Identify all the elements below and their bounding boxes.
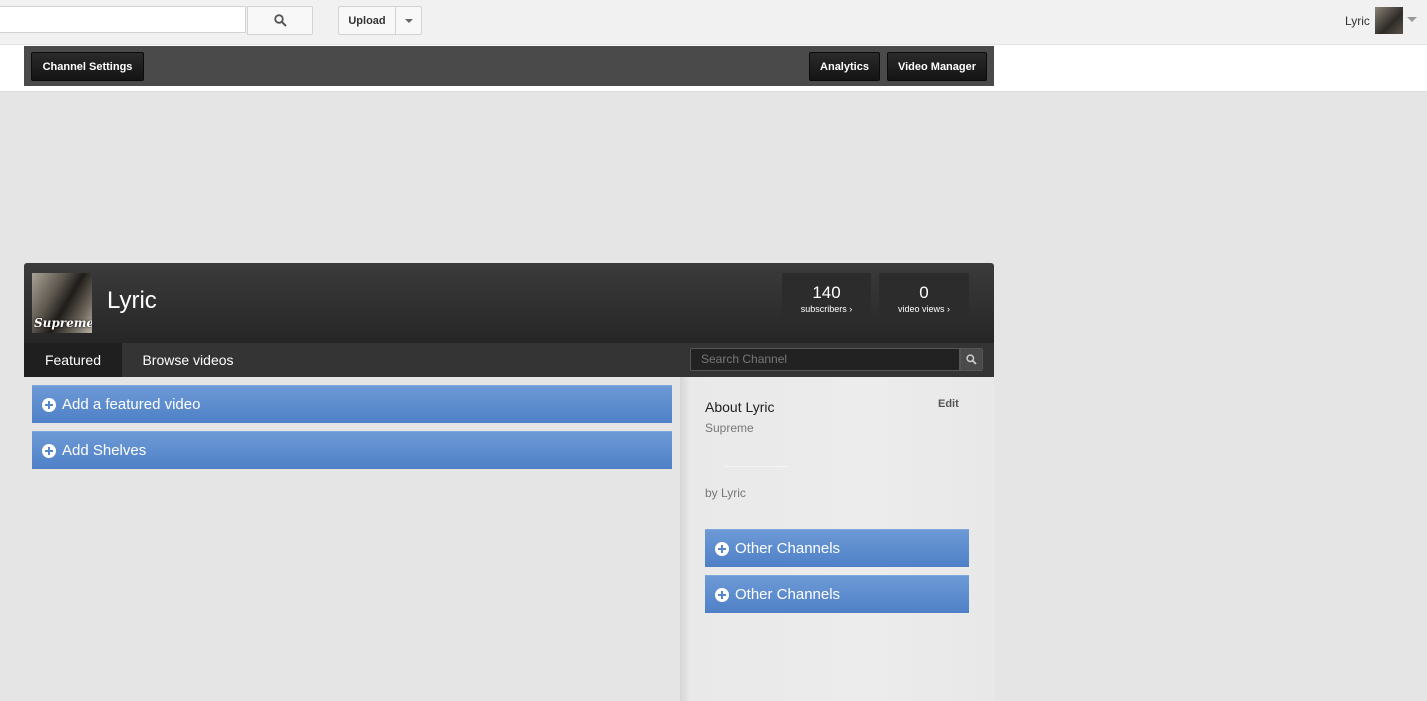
- add-featured-video-button[interactable]: Add a featured video: [32, 385, 672, 423]
- chevron-down-icon: [1407, 17, 1417, 22]
- channel-avatar[interactable]: Supreme: [32, 273, 92, 333]
- about-description: Supreme: [705, 421, 754, 435]
- subscribers-stat[interactable]: 140 subscribers ›: [782, 273, 871, 324]
- analytics-button[interactable]: Analytics: [809, 52, 880, 81]
- channel-avatar-text: Supreme: [34, 316, 92, 330]
- other-channels-button-2[interactable]: Other Channels: [705, 575, 969, 613]
- search-icon: [273, 14, 287, 27]
- subscribers-count: 140: [812, 283, 841, 302]
- subscribers-label: subscribers ›: [800, 304, 853, 314]
- channel-settings-button[interactable]: Channel Settings: [31, 52, 144, 81]
- add-featured-video-label: Add a featured video: [62, 396, 201, 413]
- about-by-line: by Lyric: [705, 486, 746, 500]
- plus-circle-icon: [42, 443, 56, 458]
- about-title: About Lyric: [705, 399, 775, 415]
- video-manager-button[interactable]: Video Manager: [887, 52, 987, 81]
- search-icon: [966, 354, 977, 365]
- search-input[interactable]: [0, 6, 246, 33]
- other-channels-button-1[interactable]: Other Channels: [705, 529, 969, 567]
- user-avatar[interactable]: [1375, 7, 1403, 34]
- plus-circle-icon: [42, 397, 56, 412]
- video-views-count: 0: [919, 283, 929, 302]
- add-shelves-button[interactable]: Add Shelves: [32, 431, 672, 469]
- chevron-down-icon: [404, 18, 413, 23]
- channel-search-input[interactable]: Search Channel: [690, 348, 960, 371]
- other-channels-label: Other Channels: [735, 540, 841, 557]
- other-channels-label: Other Channels: [735, 586, 841, 603]
- plus-circle-icon: [715, 587, 729, 602]
- channel-search-button[interactable]: [960, 348, 983, 371]
- video-views-stat[interactable]: 0 video views ›: [879, 273, 969, 324]
- about-divider: [725, 466, 789, 467]
- user-menu-dropdown[interactable]: [1407, 17, 1417, 22]
- plus-circle-icon: [715, 541, 729, 556]
- video-views-label: video views ›: [897, 304, 951, 314]
- tab-browse-videos[interactable]: Browse videos: [130, 343, 246, 377]
- tab-featured[interactable]: Featured: [24, 343, 122, 377]
- edit-about-link[interactable]: Edit: [938, 398, 959, 410]
- search-button[interactable]: [247, 6, 313, 35]
- add-shelves-label: Add Shelves: [62, 442, 147, 459]
- upload-button[interactable]: Upload: [338, 6, 396, 35]
- channel-title: Lyric: [107, 287, 157, 314]
- upload-dropdown-button[interactable]: [395, 6, 422, 35]
- user-name[interactable]: Lyric: [1345, 14, 1370, 28]
